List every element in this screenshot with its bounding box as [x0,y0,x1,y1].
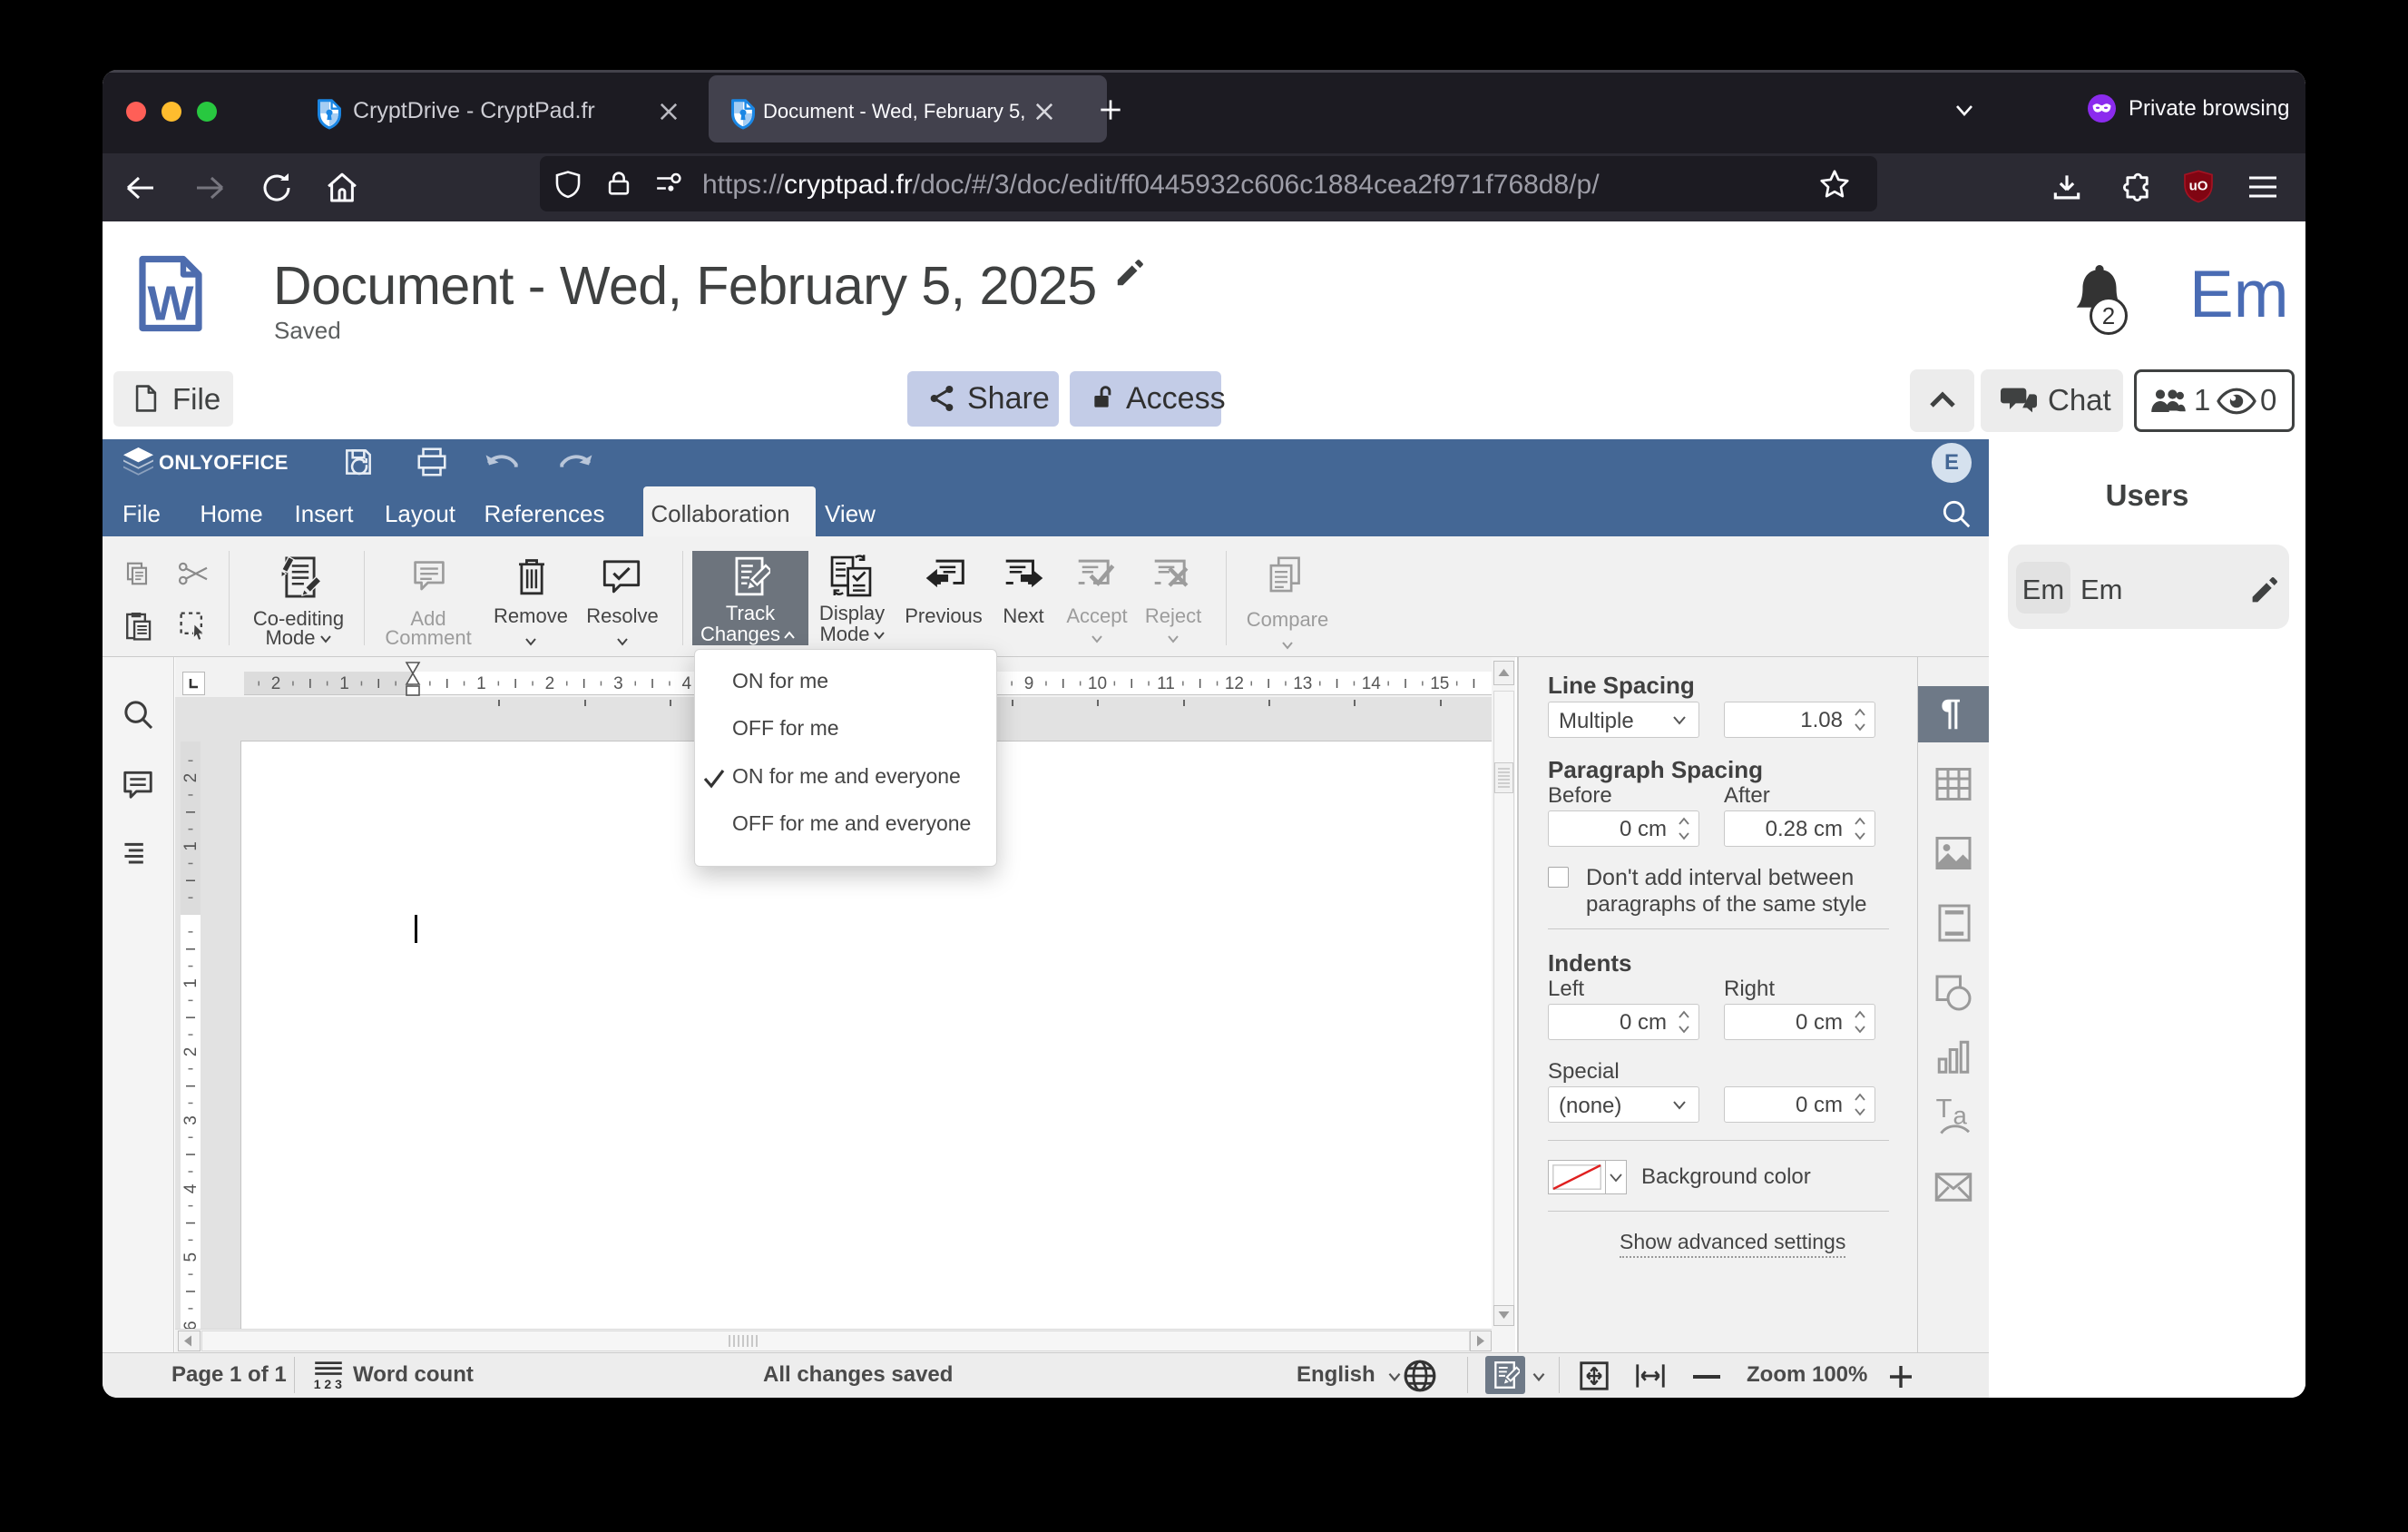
svg-text:2: 2 [545,674,555,693]
svg-text:T: T [1936,1095,1953,1124]
svg-text:11: 11 [1157,674,1175,693]
svg-text:1: 1 [339,674,349,693]
svg-text:2: 2 [271,674,281,693]
svg-text:10: 10 [1088,674,1107,693]
svg-text:12: 12 [1225,674,1244,693]
svg-text:W: W [148,277,194,331]
svg-text:13: 13 [1293,674,1312,693]
svg-text:1: 1 [181,978,201,988]
svg-text:15: 15 [1430,674,1449,693]
svg-text:14: 14 [1362,674,1382,693]
svg-text:4: 4 [682,674,692,693]
svg-text:4: 4 [181,1183,201,1193]
svg-text:1: 1 [476,674,486,693]
svg-text:1 2 3: 1 2 3 [314,1377,342,1390]
svg-text:9: 9 [1024,674,1034,693]
svg-text:uO: uO [2189,179,2208,194]
svg-text:2: 2 [181,773,201,783]
svg-text:5: 5 [181,1252,201,1262]
svg-text:1: 1 [181,841,201,851]
svg-text:3: 3 [613,674,623,693]
svg-text:3: 3 [181,1115,201,1125]
svg-text:2: 2 [181,1047,201,1057]
